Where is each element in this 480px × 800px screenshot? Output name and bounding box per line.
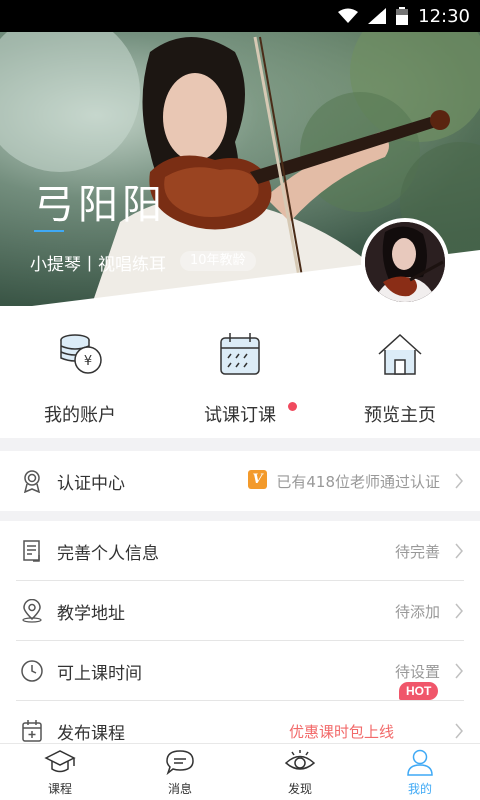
quick-actions: ¥ 我的账户 试课订课 预览主页 <box>0 306 480 438</box>
chevron-right-icon <box>455 603 463 619</box>
complete-profile-status: 待完善 <box>394 542 440 561</box>
avatar[interactable] <box>361 218 449 306</box>
available-time-title: 可上课时间 <box>57 663 142 684</box>
teaching-address-row[interactable]: 教学地址 待添加 <box>0 581 480 641</box>
document-icon <box>23 540 40 562</box>
calendar-plus-icon <box>22 720 42 742</box>
clock-icon <box>21 660 43 682</box>
cellular-signal-icon <box>368 8 387 24</box>
coins-icon: ¥ <box>60 334 102 374</box>
battery-icon <box>396 7 409 25</box>
teaching-years-badge: 10年教龄 <box>180 251 256 271</box>
my-account-label: 我的账户 <box>44 405 116 426</box>
notification-dot <box>288 402 297 411</box>
teaching-address-title: 教学地址 <box>57 603 125 624</box>
complete-profile-row[interactable]: 完善个人信息 待完善 <box>0 521 480 581</box>
tab-discover[interactable]: 发现 <box>240 744 360 800</box>
clock-time: 12:30 <box>418 5 470 27</box>
location-pin-icon <box>22 599 42 623</box>
preview-homepage-label: 预览主页 <box>364 405 436 426</box>
tab-courses[interactable]: 课程 <box>0 744 120 800</box>
wifi-icon <box>338 8 359 23</box>
publish-course-title: 发布课程 <box>57 723 125 744</box>
publish-course-row[interactable]: 发布课程 HOT 优惠课时包上线 <box>0 682 480 744</box>
teacher-name: 弓阳阳 <box>34 182 166 228</box>
chat-bubble-icon <box>166 750 194 776</box>
preview-homepage-button[interactable]: 预览主页 <box>320 324 480 426</box>
certification-section: 认证中心 V 已有418位老师通过认证 <box>0 451 480 511</box>
eye-icon <box>284 750 316 770</box>
tab-messages-label: 消息 <box>167 782 192 796</box>
award-icon <box>23 470 41 493</box>
home-icon <box>378 333 422 375</box>
tab-messages[interactable]: 消息 <box>120 744 240 800</box>
my-account-button[interactable]: ¥ 我的账户 <box>0 324 160 426</box>
avatar-photo <box>365 222 445 302</box>
certification-count: 已有418位老师通过认证 <box>276 472 440 491</box>
hot-badge: HOT <box>399 682 439 700</box>
svg-text:¥: ¥ <box>84 354 92 369</box>
certification-center-row[interactable]: 认证中心 V 已有418位老师通过认证 <box>0 451 480 511</box>
complete-profile-title: 完善个人信息 <box>57 543 159 564</box>
name-underline <box>34 230 64 232</box>
chevron-right-icon <box>455 663 463 679</box>
teacher-subjects: 小提琴丨视唱练耳 <box>30 255 166 275</box>
chevron-right-icon <box>455 543 463 559</box>
tab-mine[interactable]: 我的 <box>360 744 480 800</box>
status-bar: 12:30 <box>0 0 480 32</box>
chevron-right-icon <box>455 723 463 739</box>
bottom-tab-bar: 课程 消息 发现 我的 <box>0 743 480 800</box>
graduation-cap-icon <box>44 750 76 773</box>
tab-discover-label: 发现 <box>287 782 312 796</box>
tab-mine-label: 我的 <box>407 782 432 796</box>
teaching-address-status: 待添加 <box>394 602 440 621</box>
profile-settings-section: 完善个人信息 待完善 教学地址 待添加 可上课时间 待设置 发布课程 HOT 优… <box>0 521 480 743</box>
certification-center-title: 认证中心 <box>57 473 125 494</box>
tab-courses-label: 课程 <box>47 782 72 796</box>
chevron-right-icon <box>455 473 463 489</box>
trial-booking-button[interactable]: 试课订课 <box>160 324 320 426</box>
verified-v-badge: V <box>248 470 267 489</box>
person-icon <box>407 749 433 776</box>
promo-text: 优惠课时包上线 <box>288 722 394 741</box>
calendar-icon <box>220 333 260 375</box>
available-time-status: 待设置 <box>394 662 440 681</box>
